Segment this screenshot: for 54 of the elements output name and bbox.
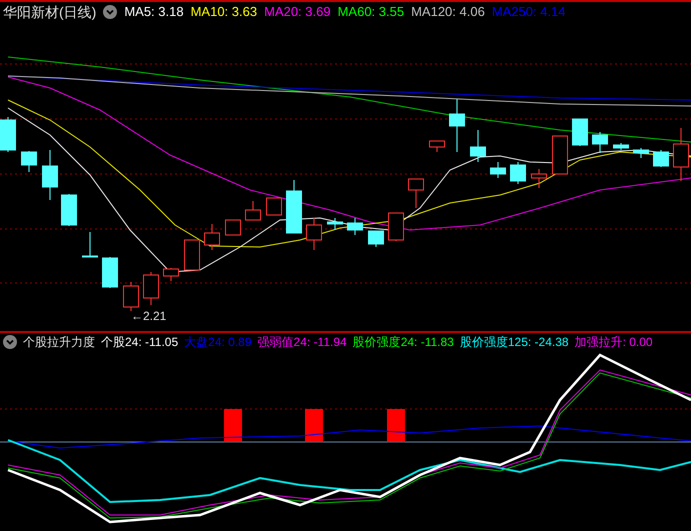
ma-reading: MA20: 3.69 (264, 3, 331, 22)
ma-reading: MA5: 3.18 (124, 3, 184, 22)
candlestick (510, 162, 526, 184)
candlestick (552, 136, 568, 174)
indicator-reading: 大盘24: 0.89 (184, 334, 252, 350)
candlestick (470, 130, 486, 162)
candlestick (429, 140, 445, 152)
candlestick (286, 180, 302, 234)
candlestick (143, 272, 159, 306)
candlestick (490, 162, 506, 178)
ma-reading: MA120: 4.06 (411, 3, 485, 22)
candlestick (327, 218, 343, 230)
candlestick (204, 224, 220, 250)
candlestick (368, 230, 384, 248)
candlestick (0, 116, 16, 152)
candlestick (123, 282, 139, 312)
candlestick (531, 168, 547, 188)
candlestick (653, 150, 669, 168)
dropdown-icon[interactable] (103, 5, 118, 19)
ma-reading: MA60: 3.55 (338, 3, 404, 22)
chart-title: 华阳新材(日线) (3, 2, 96, 22)
candlestick (82, 232, 98, 258)
indicator-reading: 强弱值24: -11.94 (258, 334, 347, 350)
candlestick (572, 118, 588, 146)
candlestick (266, 198, 282, 216)
candlestick (449, 98, 465, 152)
signal-bar (387, 409, 405, 442)
ma-reading: MA10: 3.63 (190, 3, 258, 22)
candlestick (245, 200, 261, 220)
candlestick (408, 178, 424, 208)
signal-bar (305, 409, 323, 442)
candlestick (225, 220, 241, 236)
low-price-label: ←2.21 (131, 309, 166, 323)
candlestick (61, 194, 77, 226)
candlestick (102, 256, 118, 288)
ma-reading: MA250: 4.14 (492, 3, 566, 22)
indicator-reading: 股价强度24: -11.83 (352, 334, 454, 350)
candlestick (347, 218, 363, 236)
dropdown-icon[interactable] (3, 334, 17, 348)
indicator-title: 个股拉升力度 (23, 334, 95, 350)
indicator-reading: 个股24: -11.05 (101, 334, 178, 350)
candlestick (633, 148, 649, 158)
signal-bar (224, 409, 242, 442)
indicator-reading: 股价强度125: -24.38 (460, 334, 569, 350)
candlestick (21, 150, 37, 172)
candlestick (306, 218, 322, 250)
candlestick (613, 142, 629, 150)
candlestick (163, 268, 179, 282)
candlestick (592, 132, 608, 154)
indicator-reading: 加强拉升: 0.00 (574, 334, 653, 350)
candlestick (42, 150, 58, 200)
candlestick (184, 240, 200, 270)
candlestick (388, 212, 404, 242)
candlestick (673, 128, 689, 182)
